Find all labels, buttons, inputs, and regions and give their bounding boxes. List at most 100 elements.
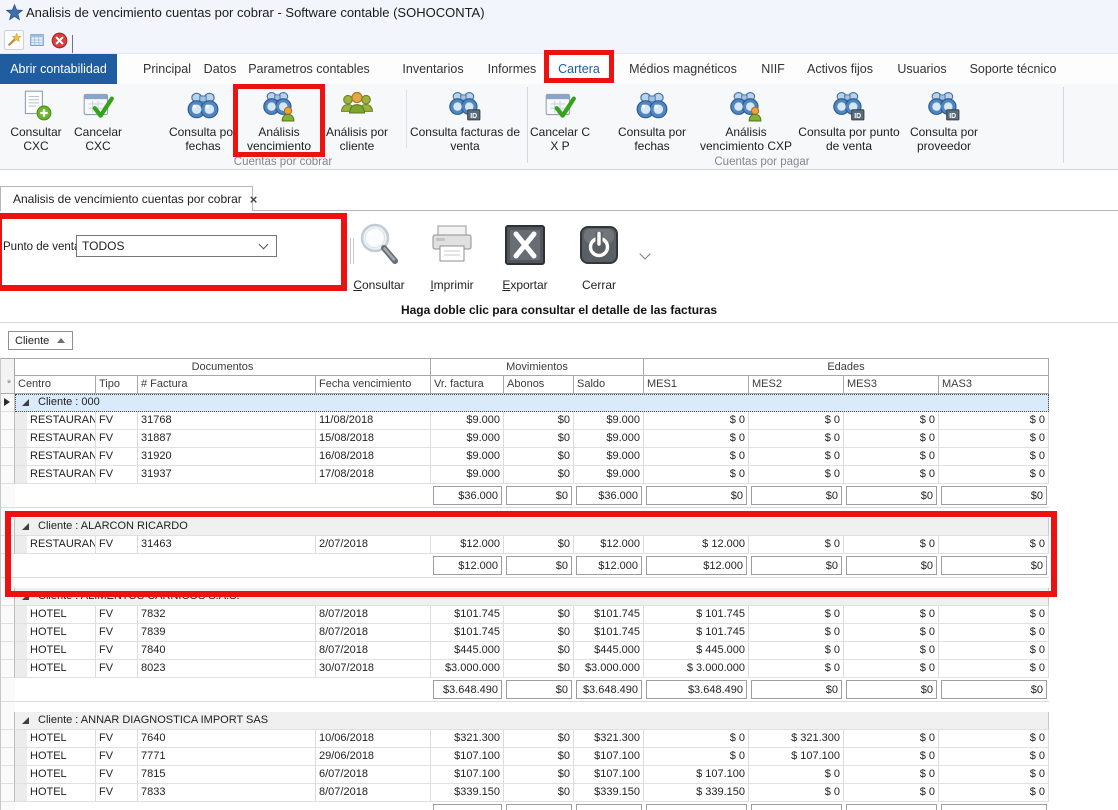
ribbon-button-an-lisis-por-cliente[interactable]: Análisis por cliente	[319, 88, 395, 154]
summary-cell-mas3: $0	[939, 484, 1049, 508]
column-header-mes1[interactable]: MES1	[644, 376, 749, 394]
band-documentos[interactable]: Documentos	[15, 358, 431, 376]
group-row-cliente-alarcon-ricardo[interactable]: Cliente : ALARCON RICARDO	[1, 518, 1048, 536]
ribbon-tab-soporte-t-cnico[interactable]: Soporte técnico	[970, 54, 1057, 84]
summary-value: $0	[506, 486, 572, 505]
group-header-cell[interactable]: Cliente : ALIMENTOS CARNICOS S.A.S.	[15, 588, 1049, 606]
invoice-row[interactable]: RESTAURANFV3176811/08/2018$9.000$0$9.000…	[1, 412, 1048, 430]
ribbon-tab-inventarios[interactable]: Inventarios	[402, 54, 463, 84]
cell-mes3: $ 0	[844, 642, 939, 660]
punto-de-venta-combobox[interactable]: TODOS	[76, 235, 277, 257]
column-header-tipo[interactable]: Tipo	[96, 376, 138, 394]
group-expanded-icon[interactable]	[22, 717, 29, 724]
ribbon-tab-informes[interactable]: Informes	[488, 54, 537, 84]
file-button[interactable]: Abrir contabilidad	[0, 54, 117, 84]
column-header-vr-factura[interactable]: Vr. factura	[431, 376, 504, 394]
ribbon-button-consulta-por-punto-de-venta[interactable]: IDConsulta por punto de venta	[797, 88, 901, 154]
binoculars-person-icon	[729, 88, 763, 122]
row-indicator	[1, 484, 15, 508]
summary-cell-vr-factura: $12.000	[431, 554, 504, 578]
invoice-row[interactable]: HOTELFV78328/07/2018$101.745$0$101.745$ …	[1, 606, 1048, 624]
group-expanded-icon[interactable]	[22, 523, 29, 530]
group-by-cliente-button[interactable]: Cliente	[8, 331, 73, 350]
ribbon-tab-niif[interactable]: NIIF	[761, 54, 785, 84]
invoice-row[interactable]: RESTAURANFV3188715/08/2018$9.000$0$9.000…	[1, 430, 1048, 448]
calendar-icon[interactable]	[27, 30, 47, 50]
action-label: Imprimir	[430, 278, 473, 292]
invoice-row[interactable]: HOTELFV802330/07/2018$3.000.000$0$3.000.…	[1, 660, 1048, 678]
group-header-cell[interactable]: Cliente : 000	[15, 394, 1049, 412]
cell-mes1: $ 0	[644, 412, 749, 430]
cell-mes1: $ 12.000	[644, 536, 749, 554]
group-expanded-icon[interactable]	[22, 399, 29, 406]
ribbon-tab-usuarios[interactable]: Usuarios	[897, 54, 946, 84]
cell-abonos: $0	[504, 466, 574, 484]
summary-value	[846, 804, 937, 810]
wand-icon[interactable]	[4, 30, 24, 50]
cell-mes2: $ 0	[749, 466, 844, 484]
ribbon-tab-datos[interactable]: Datos	[204, 54, 237, 84]
ribbon-button-cancelar-c-x-p[interactable]: Cancelar C X P	[527, 88, 593, 154]
invoice-row[interactable]: HOTELFV78408/07/2018$445.000$0$445.000$ …	[1, 642, 1048, 660]
invoice-row[interactable]: HOTELFV78156/07/2018$107.100$0$107.100$ …	[1, 766, 1048, 784]
band-edades[interactable]: Edades	[644, 358, 1049, 376]
column-header-abonos[interactable]: Abonos	[504, 376, 574, 394]
column-header-fecha-vencimiento[interactable]: Fecha vencimiento	[316, 376, 431, 394]
action-label: Consultar	[353, 278, 404, 292]
ribbon-button-an-lisis-vencimiento-cxp[interactable]: Análisis vencimiento CXP	[692, 88, 800, 154]
document-tab-label: Analisis de vencimiento cuentas por cobr…	[13, 192, 242, 206]
group-by-field-label: Cliente	[15, 335, 49, 347]
qat-customize-icon[interactable]	[72, 35, 82, 45]
ribbon-button-consulta-por-fechas[interactable]: Consulta por fechas	[165, 88, 241, 154]
ribbon-group-caption-cuentas-por-pagar: Cuentas por pagar	[714, 156, 809, 168]
invoice-row[interactable]: HOTELFV777129/06/2018$107.100$0$107.100$…	[1, 748, 1048, 766]
ribbon-tab-parametros-contables[interactable]: Parametros contables	[248, 54, 370, 84]
column-header-centro[interactable]: Centro	[15, 376, 96, 394]
cell-abonos: $0	[504, 430, 574, 448]
cell-centro: RESTAURAN	[27, 412, 96, 430]
document-tab[interactable]: Analisis de vencimiento cuentas por cobr…	[0, 186, 253, 211]
ribbon-button-consulta-facturas-de-venta[interactable]: IDConsulta facturas de venta	[408, 88, 522, 154]
invoice-row[interactable]: RESTAURANFV3193717/08/2018$9.000$0$9.000…	[1, 466, 1048, 484]
action-label: Exportar	[502, 278, 547, 292]
ribbon-button-label: Cancelar CXC	[67, 125, 129, 154]
column-header-mes3[interactable]: MES3	[844, 376, 939, 394]
group-indent	[15, 466, 27, 484]
cell-mes1: $ 0	[644, 448, 749, 466]
cell-vr-factura: $9.000	[431, 430, 504, 448]
ribbon-button-an-lisis-vencimiento[interactable]: Análisis vencimiento	[236, 88, 322, 154]
group-header-cell[interactable]: Cliente : ANNAR DIAGNOSTICA IMPORT SAS	[15, 712, 1049, 730]
close-circle-icon[interactable]	[49, 30, 69, 50]
column-header-mas3[interactable]: MAS3	[939, 376, 1049, 394]
group-header-cell[interactable]: Cliente : ALARCON RICARDO	[15, 518, 1049, 536]
calendar-check-icon	[81, 88, 115, 122]
group-row-cliente-alimentos-carnicos-s-a-s[interactable]: Cliente : ALIMENTOS CARNICOS S.A.S.	[1, 588, 1048, 606]
ribbon-tab-activos-fijos[interactable]: Activos fijos	[807, 54, 873, 84]
ribbon-button-cancelar-cxc[interactable]: Cancelar CXC	[67, 88, 129, 154]
invoice-row[interactable]: HOTELFV78338/07/2018$339.150$0$339.150$ …	[1, 784, 1048, 802]
invoice-row[interactable]: HOTELFV78398/07/2018$101.745$0$101.745$ …	[1, 624, 1048, 642]
group-row-cliente-annar-diagnostica-import-sas[interactable]: Cliente : ANNAR DIAGNOSTICA IMPORT SAS	[1, 712, 1048, 730]
column-header-saldo[interactable]: Saldo	[574, 376, 644, 394]
document-tab-close-icon[interactable]: ×	[250, 193, 258, 206]
summary-value: $0	[751, 486, 842, 505]
invoice-row[interactable]: RESTAURANFV314632/07/2018$12.000$0$12.00…	[1, 536, 1048, 554]
ribbon-tab-cartera[interactable]: Cartera	[558, 54, 600, 84]
cell-fecha-vencimiento: 10/06/2018	[316, 730, 431, 748]
band-movimientos[interactable]: Movimientos	[431, 358, 644, 376]
cell-centro: HOTEL	[27, 660, 96, 678]
ribbon-tab-m-dios-magn-ticos[interactable]: Médios magnéticos	[629, 54, 737, 84]
summary-cell-mes1: $3.648.490	[644, 678, 749, 702]
invoice-row[interactable]: HOTELFV764010/06/2018$321.300$0$321.300$…	[1, 730, 1048, 748]
ribbon-button-consulta-por-fechas[interactable]: Consulta por fechas	[614, 88, 690, 154]
column-header-mes2[interactable]: MES2	[749, 376, 844, 394]
group-expanded-icon[interactable]	[22, 593, 29, 600]
ribbon-button-consulta-por-proveedor[interactable]: IDConsulta por proveedor	[897, 88, 991, 154]
cell-tipo: FV	[96, 606, 138, 624]
cerrar-button[interactable]: Cerrar	[551, 221, 647, 292]
group-row-cliente-000[interactable]: Cliente : 000	[1, 394, 1048, 412]
ribbon-tab-principal[interactable]: Principal	[143, 54, 191, 84]
ribbon-button-consultar-cxc[interactable]: Consultar CXC	[5, 88, 67, 154]
column-header-factura[interactable]: # Factura	[138, 376, 316, 394]
invoice-row[interactable]: RESTAURANFV3192016/08/2018$9.000$0$9.000…	[1, 448, 1048, 466]
